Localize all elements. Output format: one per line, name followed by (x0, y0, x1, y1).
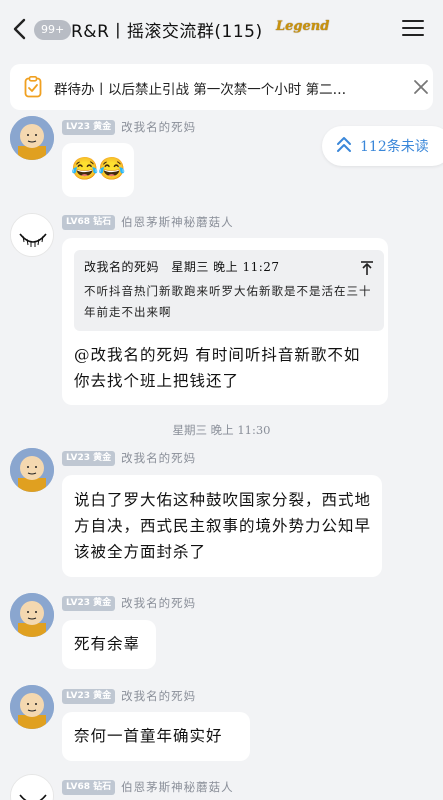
message-meta: LV23 黄金 改我名的死妈 (62, 119, 196, 135)
message-meta: LV68 钻石 伯恩茅斯神秘蘑菇人 (62, 214, 234, 230)
smiley-face-avatar-icon (11, 214, 53, 256)
message-bubble[interactable]: 改我名的死妈 星期三 晚上 11:27 不听抖音热门新歌跑来听罗大佑新歌是不是活… (62, 238, 388, 405)
double-chevron-up-icon (337, 137, 351, 152)
avatar[interactable] (10, 593, 54, 637)
message-meta: LV23 黄金 改我名的死妈 (62, 688, 196, 704)
unread-count-badge[interactable]: 99+ (34, 20, 72, 40)
message-text: @改我名的死妈 有时间听抖音新歌不如你去找个班上把钱还了 (74, 346, 361, 390)
sender-nickname[interactable]: 改我名的死妈 (121, 119, 196, 135)
smiley-face-avatar-icon (11, 775, 53, 800)
charlie-brown-avatar-icon (10, 685, 54, 729)
menu-icon[interactable] (402, 20, 424, 38)
close-icon[interactable] (413, 79, 429, 95)
message-bubble[interactable]: 奈何一首童年确实好 (62, 712, 250, 761)
avatar[interactable] (10, 448, 54, 492)
avatar[interactable] (10, 116, 54, 160)
charlie-brown-avatar-icon (10, 593, 54, 637)
group-badge-logo: Legend (276, 19, 330, 34)
charlie-brown-avatar-icon (10, 448, 54, 492)
unread-jump-label: 112条未读 (360, 139, 429, 155)
message-meta: LV23 黄金 改我名的死妈 (62, 595, 196, 611)
notice-text: 群待办丨以后禁止引战 第一次禁一个小时 第二… (54, 82, 347, 98)
message-meta: LV23 黄金 改我名的死妈 (62, 450, 196, 466)
message-bubble[interactable]: 说白了罗大佑这种鼓吹国家分裂，西式地方自决，西式民主叙事的境外势力公知早该被全方… (62, 475, 382, 577)
avatar[interactable] (10, 685, 54, 729)
level-badge: LV23 黄金 (62, 119, 116, 135)
sender-nickname[interactable]: 伯恩茅斯神秘蘑菇人 (121, 779, 234, 795)
level-badge: LV68 钻石 (62, 779, 116, 795)
emoji-text: 😂😂 (71, 157, 126, 182)
message-meta: LV68 钻石 伯恩茅斯神秘蘑菇人 (62, 779, 234, 795)
sender-nickname[interactable]: 改我名的死妈 (121, 450, 196, 466)
sender-nickname[interactable]: 改我名的死妈 (121, 688, 196, 704)
avatar[interactable] (10, 774, 54, 800)
clipboard-icon (24, 76, 42, 98)
time-divider: 星期三 晚上 11:30 (172, 423, 271, 437)
charlie-brown-avatar-icon (10, 116, 54, 160)
chat-header: 99+ R&R丨摇滚交流群(115) Legend (0, 0, 443, 58)
quote-author: 改我名的死妈 (84, 260, 160, 274)
sender-nickname[interactable]: 改我名的死妈 (121, 595, 196, 611)
level-badge: LV23 黄金 (62, 595, 116, 611)
message-text: 死有余辜 (74, 635, 141, 653)
quote-time: 星期三 晚上 11:27 (171, 260, 280, 274)
message-text: 奈何一首童年确实好 (74, 727, 223, 745)
group-notice-bar[interactable]: 群待办丨以后禁止引战 第一次禁一个小时 第二… (10, 64, 433, 110)
sender-nickname[interactable]: 伯恩茅斯神秘蘑菇人 (121, 214, 234, 230)
group-title[interactable]: R&R丨摇滚交流群(115) (71, 17, 263, 42)
message-bubble[interactable]: 😂😂 (62, 143, 134, 197)
message-text: 说白了罗大佑这种鼓吹国家分裂，西式地方自决，西式民主叙事的境外势力公知早该被全方… (74, 491, 372, 561)
back-arrow-icon[interactable] (10, 16, 32, 42)
level-badge: LV68 钻石 (62, 214, 116, 230)
quote-text: 不听抖音热门新歌跑来听罗大佑新歌是不是活在三十年前走不出来啊 (84, 284, 372, 319)
level-badge: LV23 黄金 (62, 688, 116, 704)
jump-to-quote-icon[interactable] (360, 260, 374, 276)
unread-jump-button[interactable]: 112条未读 (322, 126, 443, 166)
level-badge: LV23 黄金 (62, 450, 116, 466)
message-bubble[interactable]: 死有余辜 (62, 620, 156, 669)
avatar[interactable] (10, 213, 54, 257)
quoted-reply[interactable]: 改我名的死妈 星期三 晚上 11:27 不听抖音热门新歌跑来听罗大佑新歌是不是活… (74, 250, 384, 331)
quote-header: 改我名的死妈 星期三 晚上 11:27 (84, 258, 374, 275)
